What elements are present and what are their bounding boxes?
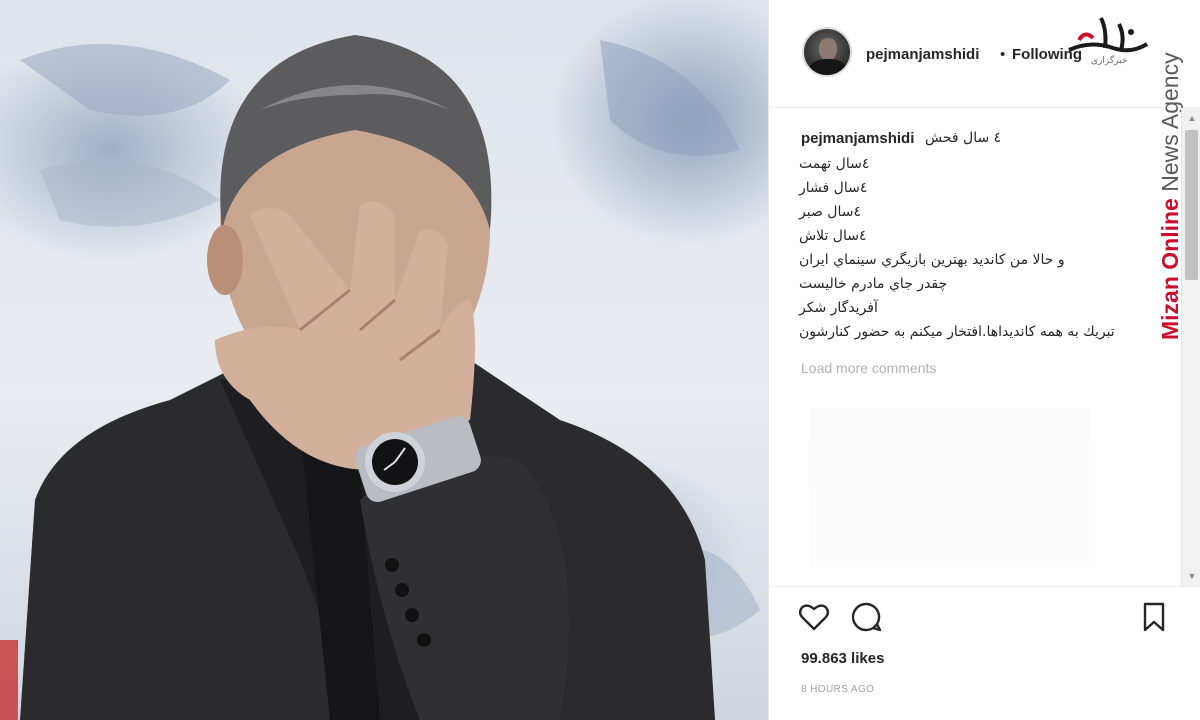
- speech-bubble-icon[interactable]: [849, 600, 883, 634]
- header-username-link[interactable]: pejmanjamshidi: [866, 46, 979, 63]
- faded-comments-area: [809, 408, 1089, 568]
- caption-line: ٤سال تلاش: [799, 228, 867, 244]
- likes-count[interactable]: 99.863 likes: [801, 650, 884, 667]
- caption-line: آفريدگار شكر: [799, 300, 878, 316]
- caption-line: ٤سال تهمت: [799, 156, 870, 172]
- watermark-logo-subtext: خبرگزاری: [1091, 56, 1128, 66]
- avatar-face: [819, 38, 837, 60]
- post-actions: 99.863 likes 8 HOURS AGO: [769, 586, 1200, 720]
- post-timestamp[interactable]: 8 HOURS AGO: [801, 684, 874, 695]
- caption-line: چقدر جاي مادرم خاليست: [799, 276, 948, 292]
- caption-line: ٤سال صبر: [799, 204, 861, 220]
- scroll-thumb[interactable]: [1185, 130, 1198, 280]
- post-header: pejmanjamshidi • Following خبرگزاری: [769, 0, 1200, 108]
- caption-line: ٤سال فشار: [799, 180, 868, 196]
- load-more-comments-link[interactable]: Load more comments: [801, 360, 936, 376]
- scroll-down-arrow-icon[interactable]: ▼: [1186, 570, 1198, 582]
- scroll-up-arrow-icon[interactable]: ▲: [1186, 112, 1198, 124]
- avatar[interactable]: [802, 27, 852, 77]
- post-panel: pejmanjamshidi • Following خبرگزاری Miza…: [768, 0, 1200, 720]
- avatar-body: [809, 59, 847, 75]
- caption-line: تبريك به همه كانديداها.افتخار ميكنم به ح…: [799, 324, 1115, 340]
- comments-scrollbar[interactable]: ▲ ▼: [1181, 108, 1200, 586]
- caption-username-link[interactable]: pejmanjamshidi: [801, 130, 914, 147]
- heart-outline-icon[interactable]: [797, 600, 831, 634]
- caption-line: و حالا من كانديد بهترين بازيگري سينماي ا…: [799, 252, 1065, 268]
- header-separator: •: [1000, 46, 1006, 63]
- caption-line: ٤ سال فحش: [925, 130, 1002, 146]
- comments-area: pejmanjamshidi ٤ سال فحش ٤سال تهمت ٤سال …: [769, 108, 1181, 586]
- post-photo: [0, 0, 768, 720]
- photo-illustration: [0, 35, 760, 720]
- watermark-logo-icon: [1068, 17, 1149, 53]
- bookmark-outline-icon[interactable]: [1137, 600, 1171, 634]
